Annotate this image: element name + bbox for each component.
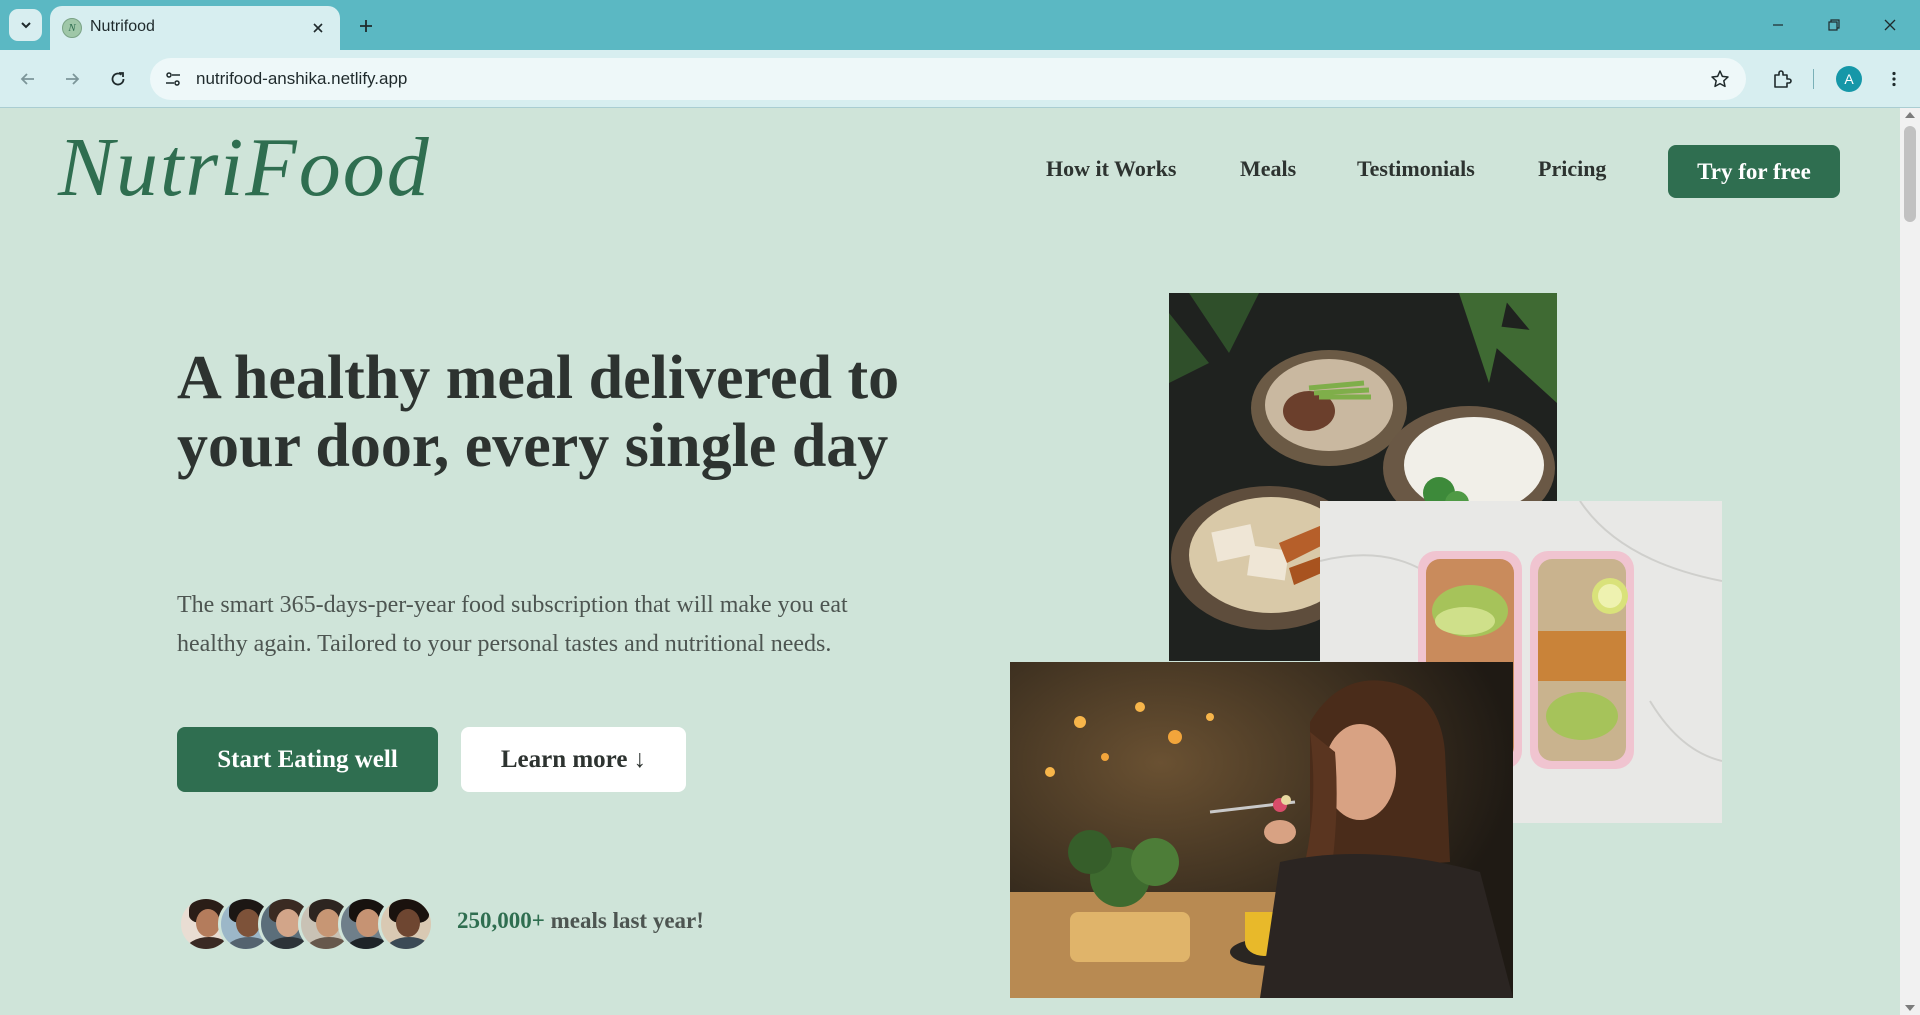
page-scrollbar[interactable] (1900, 108, 1920, 1015)
url-text: nutrifood-anshika.netlify.app (196, 69, 408, 88)
woman-eating-photo (1010, 662, 1513, 998)
reload-button[interactable] (102, 63, 134, 95)
browser-toolbar: nutrifood-anshika.netlify.app A (0, 50, 1920, 108)
tab-close-button[interactable] (308, 18, 328, 38)
scroll-up-arrow-icon[interactable] (1905, 112, 1915, 118)
site-logo[interactable]: NutriFood (58, 126, 431, 210)
web-page: NutriFood How it Works Meals Testimonial… (0, 108, 1900, 1015)
address-bar[interactable]: nutrifood-anshika.netlify.app (150, 58, 1746, 100)
close-window-button[interactable] (1862, 0, 1918, 50)
browser-tab-strip: N Nutrifood (0, 0, 1920, 50)
favicon-icon: N (62, 18, 82, 38)
star-icon (1711, 70, 1729, 88)
forward-button[interactable] (56, 63, 88, 95)
more-vertical-icon (1892, 71, 1896, 87)
site-info-button[interactable] (158, 64, 188, 94)
profile-avatar[interactable]: A (1836, 66, 1862, 92)
back-button[interactable] (12, 63, 44, 95)
plus-icon (360, 20, 372, 32)
meals-count-number: 250,000+ (457, 908, 545, 933)
restore-button[interactable] (1806, 0, 1862, 50)
try-for-free-button[interactable]: Try for free (1668, 145, 1840, 198)
hero-title: A healthy meal delivered to your door, e… (177, 344, 900, 480)
start-eating-button[interactable]: Start Eating well (177, 727, 438, 792)
avatar (378, 896, 434, 952)
chevron-down-icon (20, 22, 31, 29)
nav-meals[interactable]: Meals (1240, 156, 1296, 182)
scroll-down-arrow-icon[interactable] (1905, 1005, 1915, 1011)
arrow-right-icon (66, 73, 80, 85)
browser-menu-button[interactable] (1878, 63, 1910, 95)
extensions-button[interactable] (1766, 63, 1798, 95)
minimize-button[interactable] (1750, 0, 1806, 50)
close-icon (313, 23, 323, 33)
reload-icon (111, 72, 125, 86)
bookmark-button[interactable] (1708, 67, 1732, 91)
nav-pricing[interactable]: Pricing (1538, 156, 1606, 182)
active-tab[interactable]: N Nutrifood (50, 6, 340, 50)
nav-how-it-works[interactable]: How it Works (1046, 156, 1176, 182)
learn-more-button[interactable]: Learn more ↓ (461, 727, 686, 792)
tab-title: Nutrifood (90, 18, 155, 35)
new-tab-button[interactable] (352, 12, 380, 40)
close-icon (1884, 19, 1896, 31)
restore-icon (1828, 19, 1840, 31)
tab-search-button[interactable] (9, 9, 42, 41)
minimize-icon (1773, 24, 1783, 26)
hero-description: The smart 365-days-per-year food subscri… (177, 592, 848, 657)
meals-count-label: meals last year! (550, 908, 704, 933)
puzzle-icon (1774, 70, 1792, 88)
tune-icon (166, 72, 180, 86)
toolbar-divider (1813, 69, 1814, 89)
arrow-left-icon (20, 73, 34, 85)
scrollbar-thumb[interactable] (1904, 126, 1916, 222)
nav-testimonials[interactable]: Testimonials (1357, 156, 1475, 182)
meals-delivered-stat: 250,000+ meals last year! (457, 908, 704, 934)
